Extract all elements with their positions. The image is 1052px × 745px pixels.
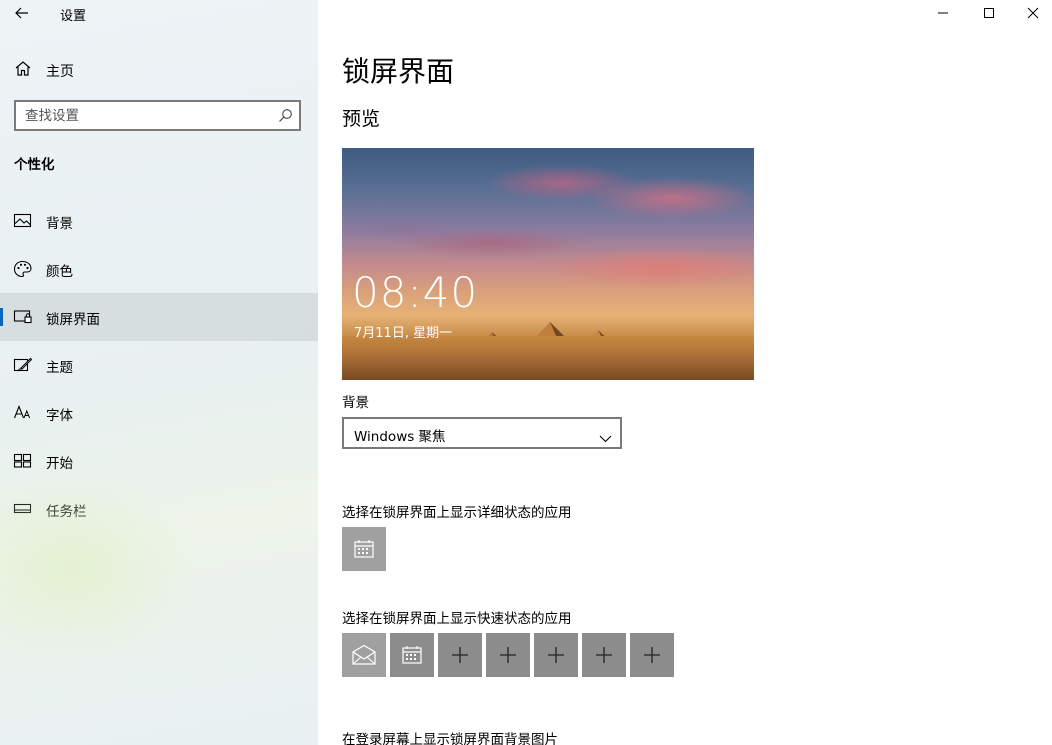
minimize-icon: [938, 12, 948, 14]
sidebar-item-taskbar[interactable]: 任务栏: [0, 485, 318, 533]
add-icon: [596, 647, 612, 663]
sidebar-item-start[interactable]: 开始: [0, 437, 318, 485]
search-box[interactable]: [14, 100, 301, 131]
mail-icon: [352, 644, 376, 665]
maximize-button[interactable]: [966, 0, 1012, 26]
app-title: 设置: [60, 9, 87, 24]
sidebar-item-fonts[interactable]: 字体: [0, 389, 318, 437]
lock-screen-icon: [13, 308, 33, 326]
sidebar-item-label: 主题: [46, 360, 73, 376]
sidebar-item-lock-screen[interactable]: 锁屏界面: [0, 293, 318, 341]
background-dropdown-value: Windows 聚焦: [354, 429, 446, 445]
quick-status-label: 选择在锁屏界面上显示快速状态的应用: [342, 611, 572, 627]
taskbar-icon: [13, 500, 33, 518]
maximize-icon: [984, 8, 994, 18]
preview-desert: [342, 336, 754, 380]
page-title: 锁屏界面: [342, 55, 455, 88]
close-icon: [1027, 7, 1039, 19]
sidebar-item-label: 任务栏: [46, 504, 87, 520]
quick-status-app-calendar[interactable]: [390, 633, 434, 677]
start-tiles-icon: [13, 452, 33, 470]
section-title: 个性化: [14, 157, 55, 173]
sidebar-item-label: 锁屏界面: [46, 312, 100, 328]
palette-icon: [13, 260, 33, 278]
sidebar: 设置 主页 个性化 背景 颜色 锁屏界面: [0, 0, 318, 745]
chevron-down-icon: [599, 428, 612, 447]
login-background-label: 在登录屏幕上显示锁屏界面背景图片: [342, 732, 558, 745]
sidebar-item-label: 字体: [46, 408, 73, 424]
quick-status-add-slot[interactable]: [534, 633, 578, 677]
quick-status-add-slot[interactable]: [438, 633, 482, 677]
preview-date: 7月11日, 星期一: [354, 326, 453, 341]
detail-status-app-calendar[interactable]: [342, 527, 386, 571]
title-bar: 设置: [0, 0, 318, 26]
calendar-icon: [354, 540, 374, 558]
sidebar-item-label: 背景: [46, 216, 73, 232]
quick-status-add-slot[interactable]: [630, 633, 674, 677]
background-dropdown[interactable]: Windows 聚焦: [342, 417, 622, 449]
back-arrow-icon: [15, 7, 28, 19]
add-icon: [644, 647, 660, 663]
minimize-button[interactable]: [920, 0, 966, 26]
preview-clock: 08:40: [352, 268, 479, 317]
font-icon: [13, 404, 33, 422]
theme-brush-icon: [13, 356, 33, 374]
search-icon[interactable]: [278, 108, 293, 127]
detail-status-label: 选择在锁屏界面上显示详细状态的应用: [342, 505, 572, 521]
quick-status-add-slot[interactable]: [486, 633, 530, 677]
background-label: 背景: [342, 395, 369, 411]
picture-icon: [13, 212, 33, 230]
sidebar-nav: 背景 颜色 锁屏界面 主题 字体 开始 任务栏: [0, 197, 318, 533]
sidebar-item-colors[interactable]: 颜色: [0, 245, 318, 293]
preview-title: 预览: [342, 108, 381, 130]
calendar-icon: [402, 646, 422, 664]
add-icon: [548, 647, 564, 663]
quick-status-app-mail[interactable]: [342, 633, 386, 677]
home-icon: [14, 60, 32, 81]
add-icon: [500, 647, 516, 663]
lock-screen-preview: 08:40 7月11日, 星期一: [342, 148, 754, 380]
sidebar-item-label: 开始: [46, 456, 73, 472]
back-button[interactable]: [10, 2, 34, 24]
home-nav-item[interactable]: 主页: [0, 54, 318, 84]
home-label: 主页: [46, 64, 74, 80]
quick-status-add-slot[interactable]: [582, 633, 626, 677]
sidebar-item-label: 颜色: [46, 264, 73, 280]
search-input[interactable]: [16, 102, 256, 129]
add-icon: [452, 647, 468, 663]
sidebar-item-themes[interactable]: 主题: [0, 341, 318, 389]
sidebar-item-background[interactable]: 背景: [0, 197, 318, 245]
close-button[interactable]: [1010, 0, 1052, 26]
